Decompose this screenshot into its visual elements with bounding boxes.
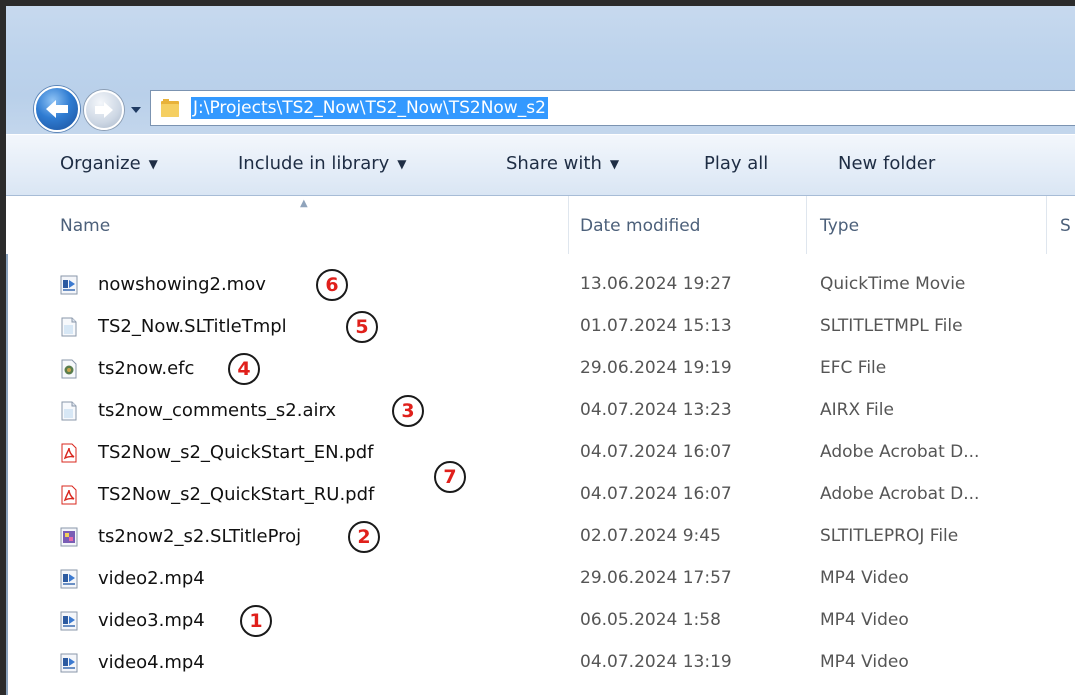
- file-type: SLTITLEPROJ File: [820, 526, 959, 546]
- file-name[interactable]: ts2now2_s2.SLTitleProj: [98, 526, 301, 547]
- file-row[interactable]: nowshowing2.mov 13.06.2024 19:27 QuickTime…: [6, 264, 1075, 306]
- file-date-modified: 04.07.2024 16:07: [580, 484, 732, 504]
- file-date-modified: 29.06.2024 19:19: [580, 358, 732, 378]
- file-row[interactable]: video4.mp4 04.07.2024 13:19 MP4 Video: [6, 642, 1075, 684]
- column-size[interactable]: S: [1060, 216, 1071, 236]
- folder-icon: [159, 97, 181, 119]
- pdf-file-icon: [60, 485, 78, 505]
- generic-file-icon: [60, 401, 78, 421]
- back-arrow-icon: [46, 100, 68, 118]
- column-type[interactable]: Type: [820, 216, 859, 236]
- file-type: MP4 Video: [820, 610, 909, 630]
- file-row[interactable]: TS2Now_s2_QuickStart_EN.pdf 04.07.2024 16…: [6, 432, 1075, 474]
- column-divider[interactable]: [806, 196, 807, 254]
- new-folder-button[interactable]: New folder: [838, 153, 935, 174]
- forward-button[interactable]: [84, 90, 124, 130]
- file-date-modified: 02.07.2024 9:45: [580, 526, 721, 546]
- file-name[interactable]: video4.mp4: [98, 652, 205, 673]
- file-type: QuickTime Movie: [820, 274, 966, 294]
- file-type: MP4 Video: [820, 568, 909, 588]
- annotation-marker: 4: [228, 353, 260, 385]
- share-with-button[interactable]: Share with ▼: [506, 153, 619, 174]
- file-name[interactable]: nowshowing2.mov: [98, 274, 266, 295]
- chevron-down-icon: [131, 107, 141, 113]
- annotation-marker: 1: [240, 605, 272, 637]
- file-type: Adobe Acrobat D...: [820, 484, 980, 504]
- file-row[interactable]: ts2now.efc 29.06.2024 19:19 EFC File 4: [6, 348, 1075, 390]
- file-name[interactable]: ts2now_comments_s2.airx: [98, 400, 336, 421]
- file-type: SLTITLETMPL File: [820, 316, 963, 336]
- file-type: AIRX File: [820, 400, 894, 420]
- address-bar[interactable]: J:\Projects\TS2_Now\TS2_Now\TS2Now_s2: [150, 90, 1075, 126]
- file-name[interactable]: TS2Now_s2_QuickStart_RU.pdf: [98, 484, 374, 505]
- file-date-modified: 04.07.2024 13:23: [580, 400, 732, 420]
- organize-button[interactable]: Organize ▼: [60, 153, 158, 174]
- sort-ascending-icon: ▲: [300, 198, 308, 209]
- annotation-marker: 6: [316, 269, 348, 301]
- video-file-icon: [60, 611, 78, 631]
- include-in-library-button[interactable]: Include in library ▼: [238, 153, 407, 174]
- recent-pages-button[interactable]: [128, 100, 144, 120]
- column-divider[interactable]: [568, 196, 569, 254]
- file-row[interactable]: ts2now2_s2.SLTitleProj 02.07.2024 9:45 SLT…: [6, 516, 1075, 558]
- file-date-modified: 01.07.2024 15:13: [580, 316, 732, 336]
- address-path[interactable]: J:\Projects\TS2_Now\TS2_Now\TS2Now_s2: [191, 97, 548, 119]
- column-name[interactable]: Name: [60, 216, 110, 236]
- video-file-icon: [60, 569, 78, 589]
- file-row[interactable]: ts2now_comments_s2.airx 04.07.2024 13:23 A…: [6, 390, 1075, 432]
- video-file-icon: [60, 275, 78, 295]
- chevron-down-icon: ▼: [148, 156, 158, 171]
- new-folder-label: New folder: [838, 153, 936, 174]
- file-name[interactable]: video2.mp4: [98, 568, 205, 589]
- navigation-row: J:\Projects\TS2_Now\TS2_Now\TS2Now_s2: [28, 76, 1075, 134]
- file-name[interactable]: TS2Now_s2_QuickStart_EN.pdf: [98, 442, 374, 463]
- column-header: ▲ Name Date modified Type S: [6, 196, 1075, 254]
- column-divider[interactable]: [1046, 196, 1047, 254]
- back-button[interactable]: [34, 86, 80, 132]
- file-name[interactable]: ts2now.efc: [98, 358, 194, 379]
- file-row[interactable]: video2.mp4 29.06.2024 17:57 MP4 Video: [6, 558, 1075, 600]
- file-date-modified: 13.06.2024 19:27: [580, 274, 732, 294]
- file-date-modified: 06.05.2024 1:58: [580, 610, 721, 630]
- file-date-modified: 29.06.2024 17:57: [580, 568, 732, 588]
- file-date-modified: 04.07.2024 16:07: [580, 442, 732, 462]
- organize-label: Organize: [60, 153, 141, 174]
- project-file-icon: [60, 527, 78, 547]
- pdf-file-icon: [60, 443, 78, 463]
- file-row[interactable]: TS2Now_s2_QuickStart_RU.pdf 04.07.2024 16…: [6, 474, 1075, 516]
- share-with-label: Share with: [506, 153, 602, 174]
- efc-file-icon: [60, 359, 78, 379]
- include-in-library-label: Include in library: [238, 153, 390, 174]
- file-name[interactable]: video3.mp4: [98, 610, 205, 631]
- file-type: Adobe Acrobat D...: [820, 442, 980, 462]
- chevron-down-icon: ▼: [609, 156, 620, 171]
- chevron-down-icon: ▼: [397, 156, 407, 171]
- play-all-button[interactable]: Play all: [704, 153, 768, 174]
- command-bar: Organize ▼ Include in library ▼ Share wi…: [6, 134, 1075, 196]
- column-date-modified[interactable]: Date modified: [580, 216, 700, 236]
- annotation-marker: 7: [434, 461, 466, 493]
- file-row[interactable]: video3.mp4 06.05.2024 1:58 MP4 Video 1: [6, 600, 1075, 642]
- title-bar: J:\Projects\TS2_Now\TS2_Now\TS2Now_s2: [6, 6, 1075, 134]
- file-type: EFC File: [820, 358, 887, 378]
- file-row[interactable]: TS2_Now.SLTitleTmpl 01.07.2024 15:13 SLTIT…: [6, 306, 1075, 348]
- forward-arrow-icon: [95, 102, 113, 118]
- generic-file-icon: [60, 317, 78, 337]
- annotation-marker: 5: [346, 311, 378, 343]
- file-date-modified: 04.07.2024 13:19: [580, 652, 732, 672]
- annotation-marker: 2: [348, 521, 380, 553]
- video-file-icon: [60, 653, 78, 673]
- file-name[interactable]: TS2_Now.SLTitleTmpl: [98, 316, 287, 337]
- annotation-marker: 3: [392, 395, 424, 427]
- play-all-label: Play all: [704, 153, 769, 174]
- file-type: MP4 Video: [820, 652, 909, 672]
